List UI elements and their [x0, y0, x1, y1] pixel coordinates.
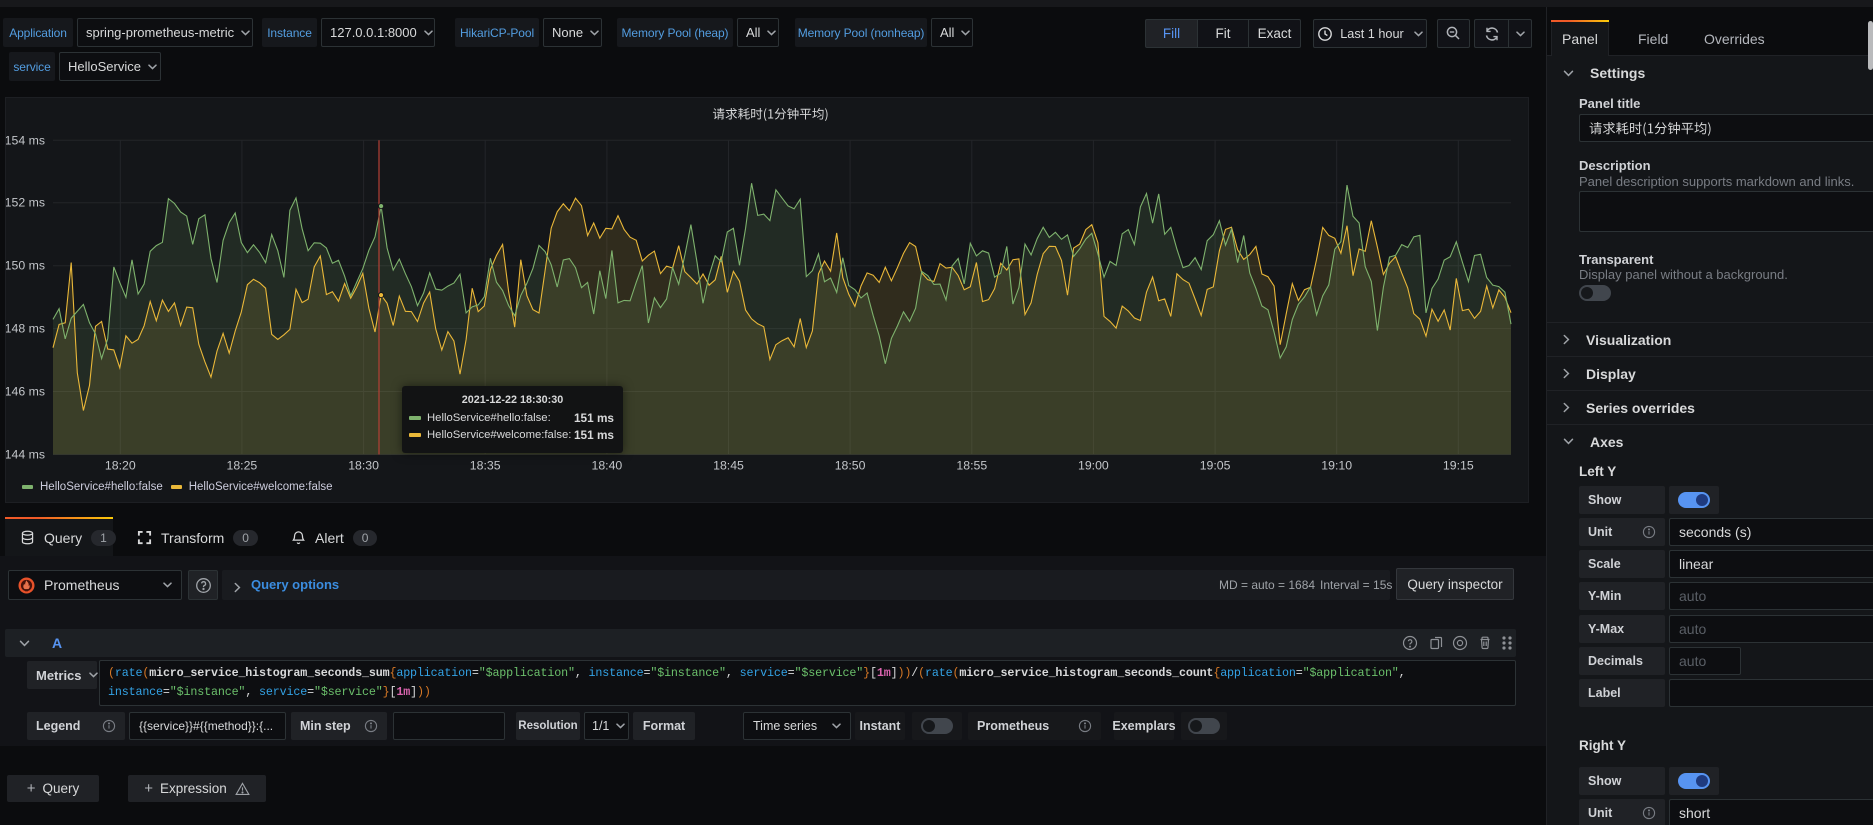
svg-text:146 ms: 146 ms: [6, 385, 45, 399]
svg-text:18:40: 18:40: [592, 459, 623, 473]
svg-text:19:10: 19:10: [1321, 459, 1352, 473]
svg-text:152 ms: 152 ms: [6, 196, 45, 210]
svg-text:18:25: 18:25: [227, 459, 258, 473]
svg-text:18:30: 18:30: [348, 459, 379, 473]
svg-text:148 ms: 148 ms: [6, 322, 45, 336]
svg-text:144 ms: 144 ms: [6, 448, 45, 462]
svg-text:18:55: 18:55: [956, 459, 987, 473]
svg-text:154 ms: 154 ms: [6, 133, 45, 147]
svg-text:18:20: 18:20: [105, 459, 136, 473]
svg-text:18:45: 18:45: [713, 459, 744, 473]
svg-text:19:05: 19:05: [1200, 459, 1231, 473]
svg-text:19:00: 19:00: [1078, 459, 1109, 473]
svg-text:19:15: 19:15: [1443, 459, 1474, 473]
svg-text:150 ms: 150 ms: [6, 259, 45, 273]
svg-text:18:35: 18:35: [470, 459, 501, 473]
svg-text:18:50: 18:50: [835, 459, 866, 473]
